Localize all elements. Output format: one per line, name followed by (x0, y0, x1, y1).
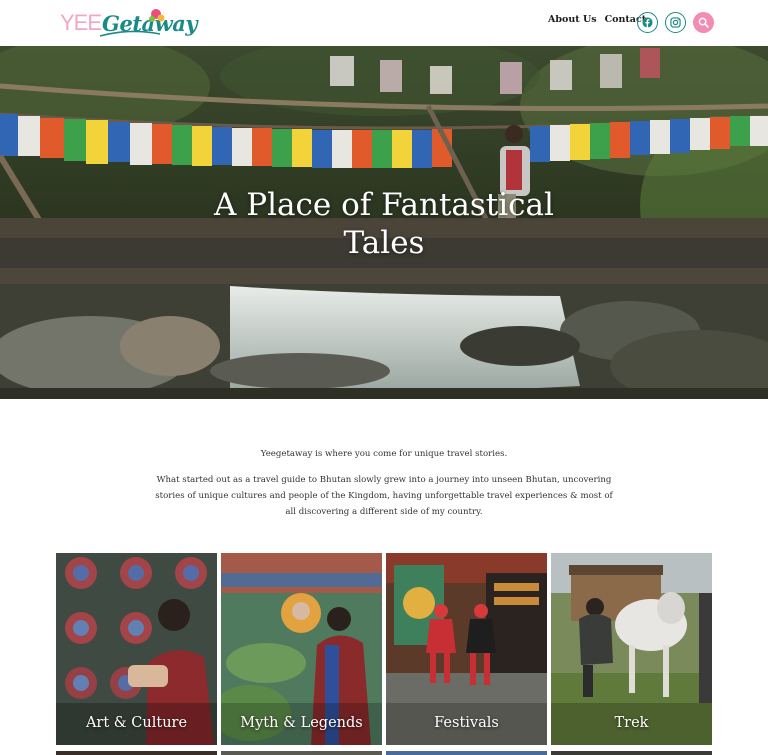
hero-banner: A Place of Fantastical Tales (0, 46, 768, 399)
instagram-button[interactable] (665, 12, 686, 33)
category-card-art-culture[interactable]: Art & Culture (56, 553, 217, 745)
intro-section: Yeegetaway is where you come for unique … (150, 446, 618, 520)
logo-brush-icon (99, 9, 165, 37)
search-button[interactable] (693, 12, 714, 33)
category-label: Myth & Legends (240, 715, 363, 731)
category-card-myth-legends[interactable]: Myth & Legends (221, 553, 382, 745)
category-label: Trek (614, 715, 649, 731)
nav-about-us[interactable]: About Us (548, 14, 597, 25)
hero-title-line-2: Tales (343, 225, 425, 261)
next-row-card-preview (56, 751, 217, 755)
site-logo[interactable]: YEE Getaway (60, 4, 198, 42)
facebook-button[interactable] (637, 12, 658, 33)
next-row-card-preview (551, 751, 712, 755)
category-grid: Art & Culture Myth & Legends Festivals T… (56, 553, 712, 755)
category-label: Art & Culture (85, 715, 188, 731)
intro-lead: Yeegetaway is where you come for unique … (260, 449, 508, 459)
hero-title-line-1: A Place of Fantastical (214, 187, 554, 223)
site-header: YEE Getaway About Us Contact (0, 0, 768, 46)
category-label: Festivals (434, 715, 499, 731)
hero-title: A Place of Fantastical Tales (0, 186, 768, 262)
intro-body: What started out as a travel guide to Bh… (155, 475, 613, 517)
next-row-card-preview (386, 751, 547, 755)
facebook-icon (642, 17, 653, 28)
next-row-card-preview (221, 751, 382, 755)
instagram-icon (670, 17, 681, 28)
search-icon (698, 17, 709, 28)
category-card-festivals[interactable]: Festivals (386, 553, 547, 745)
category-card-trek[interactable]: Trek (551, 553, 712, 745)
main-nav: About Us Contact (548, 14, 646, 25)
